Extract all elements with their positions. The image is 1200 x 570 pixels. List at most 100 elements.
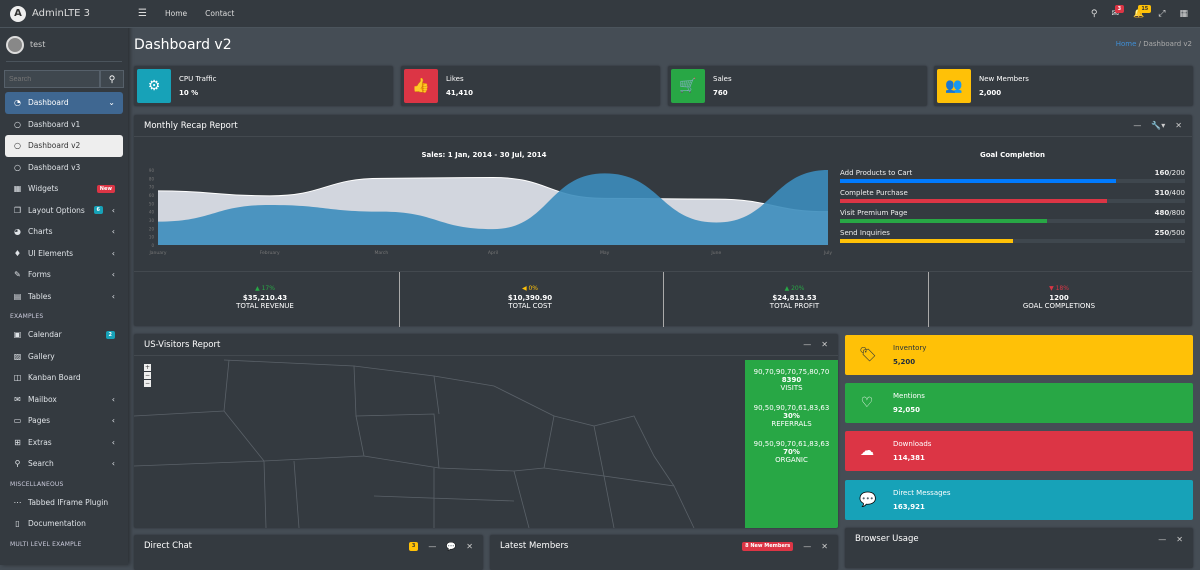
collapse-icon[interactable]: — [428, 542, 436, 551]
chevron-left-icon: ‹ [111, 248, 115, 258]
sidebar-item-pages[interactable]: ▭ Pages ‹ [5, 410, 123, 432]
sidebar-item-calendar[interactable]: ▣ Calendar 2 [5, 324, 123, 346]
sidebar-item-extras[interactable]: ⊞ Extras ‹ [5, 432, 123, 454]
card-title: Direct Chat [144, 541, 193, 551]
sidebar-item-ui-elements[interactable]: ♦ UI Elements ‹ [5, 243, 123, 265]
collapse-icon[interactable]: — [1158, 535, 1166, 544]
info-box-sales: 🛒 Sales 760 [668, 66, 927, 106]
close-icon[interactable]: ✕ [1176, 535, 1183, 544]
stat-label: TOTAL COST [508, 302, 552, 310]
pie-chart-icon: ◕ [14, 227, 21, 237]
info-box-label: Inventory [893, 344, 927, 352]
sidebar-item-label: Dashboard [28, 98, 69, 108]
collapse-icon[interactable]: — [1133, 121, 1141, 130]
brand-text: AdminLTE 3 [32, 8, 91, 19]
reset-zoom-button[interactable]: − [144, 380, 151, 387]
search-icon[interactable]: ⚲ [1091, 9, 1098, 19]
chevron-left-icon: ‹ [111, 205, 115, 215]
fullscreen-icon[interactable]: ⤢ [1158, 9, 1165, 19]
avatar [6, 35, 24, 54]
y-tick-label: 20 [149, 226, 155, 231]
user-name[interactable]: test [30, 40, 45, 49]
collapse-icon[interactable]: — [803, 542, 811, 551]
x-tick-label: June [710, 250, 721, 256]
envelope-icon: ✉ [14, 394, 21, 404]
heart-icon: ♡ [860, 395, 874, 411]
close-icon[interactable]: ✕ [821, 340, 828, 349]
sidebar-item-label: Dashboard v2 [28, 141, 81, 151]
visitor-stat-label: VISITS [780, 384, 803, 392]
messages-icon[interactable]: ✉ 3 [1112, 4, 1125, 19]
breadcrumb-home[interactable]: Home [1116, 40, 1137, 48]
sidebar-item-dashboard-v3[interactable]: ○ Dashboard v3 [5, 157, 123, 179]
sidebar-search-input[interactable] [4, 70, 100, 88]
contacts-icon[interactable]: 💬 [446, 542, 456, 551]
goal-done: 310 [1154, 189, 1170, 197]
sidebar-item-kanban-board[interactable]: ◫ Kanban Board [5, 367, 123, 389]
goal-completion: Goal Completion Add Products to Cart 160/… [840, 151, 1185, 249]
info-box-value: 2,000 [979, 89, 1002, 97]
user-panel[interactable]: test [6, 28, 122, 62]
brand-link[interactable]: A AdminLTE 3 [0, 0, 128, 28]
sidebar-item-widgets[interactable]: ▦ Widgets New [5, 178, 123, 200]
chevron-left-icon: ‹ [111, 227, 115, 237]
close-icon[interactable]: ✕ [821, 542, 828, 551]
info-box-likes: 👍 Likes 41,410 [401, 66, 660, 106]
sidebar-item-tabbed-iframe-plugin[interactable]: ⋯ Tabbed IFrame Plugin [5, 492, 123, 514]
goal-label: Complete Purchase [840, 189, 908, 197]
card-title: Monthly Recap Report [144, 120, 238, 131]
close-icon[interactable]: ✕ [1175, 121, 1182, 130]
sidebar-item-label: Dashboard v1 [28, 119, 81, 129]
file-icon: ▯ [15, 519, 20, 529]
thumbs-up-icon: 👍 [404, 69, 438, 103]
y-tick-label: 50 [149, 201, 155, 206]
y-tick-label: 10 [149, 235, 155, 240]
x-tick-label: February [260, 250, 280, 256]
search-button[interactable]: ⚲ [100, 70, 124, 88]
y-tick-label: 90 [149, 168, 155, 173]
notifications-bell-icon[interactable]: 🔔 15 [1133, 4, 1152, 19]
us-map[interactable] [134, 356, 744, 528]
sidebar-item-gallery[interactable]: ▨ Gallery [5, 346, 123, 368]
y-tick-label: 30 [149, 218, 155, 223]
sidebar-item-layout-options[interactable]: ❐ Layout Options 6 ‹ [5, 200, 123, 222]
sidebar-item-forms[interactable]: ✎ Forms ‹ [5, 264, 123, 286]
columns-icon: ◫ [13, 373, 22, 383]
close-icon[interactable]: ✕ [466, 542, 473, 551]
sidebar-item-label: Layout Options [28, 205, 85, 215]
stat-label: GOAL COMPLETIONS [1022, 302, 1096, 310]
sidebar-item-label: Mailbox [28, 394, 57, 404]
goal-progress: Visit Premium Page 480/800 [840, 209, 1185, 223]
stat-percentage: ◀ 0% [521, 285, 539, 292]
ellipsis-icon: ⋯ [13, 497, 22, 507]
progress-bar [840, 199, 1185, 203]
control-sidebar-icon[interactable]: ▦ [1179, 9, 1188, 19]
x-tick-label: July [823, 250, 832, 256]
sidebar-item-dashboard[interactable]: ◔ Dashboard ⌄ [5, 92, 123, 114]
nav-home-link[interactable]: Home [165, 9, 187, 18]
collapse-icon[interactable]: — [803, 340, 811, 349]
zoom-out-button[interactable]: − [144, 372, 151, 379]
sidebar-item-dashboard-v2[interactable]: ○ Dashboard v2 [5, 135, 123, 157]
card-title: Latest Members [500, 541, 569, 551]
sidebar-item-dashboard-v1[interactable]: ○ Dashboard v1 [5, 114, 123, 136]
wrench-icon[interactable]: 🔧▾ [1151, 121, 1165, 130]
sidebar-item-label: Charts [28, 227, 53, 237]
info-box-label: Likes [446, 75, 464, 83]
goal-title: Goal Completion [979, 151, 1046, 159]
info-box-value: 760 [713, 89, 728, 97]
sidebar-item-tables[interactable]: ▤ Tables ‹ [5, 286, 123, 308]
hamburger-menu-icon[interactable]: ☰ [138, 8, 147, 19]
search-icon: ⚲ [108, 73, 116, 84]
zoom-in-button[interactable]: + [144, 364, 151, 371]
sidebar-item-documentation[interactable]: ▯ Documentation [5, 513, 123, 535]
sidebar-item-search[interactable]: ⚲ Search ‹ [5, 453, 123, 475]
progress-fill [840, 199, 1108, 203]
goal-total: /800 [1169, 209, 1185, 217]
sidebar-item-mailbox[interactable]: ✉ Mailbox ‹ [5, 389, 123, 411]
search-icon: ⚲ [14, 459, 21, 469]
nav-contact-link[interactable]: Contact [205, 9, 234, 18]
sparkline-values: 90,70,90,70,75,80,70 [753, 368, 830, 376]
sidebar-item-charts[interactable]: ◕ Charts ‹ [5, 221, 123, 243]
goal-label: Send Inquiries [840, 229, 890, 237]
